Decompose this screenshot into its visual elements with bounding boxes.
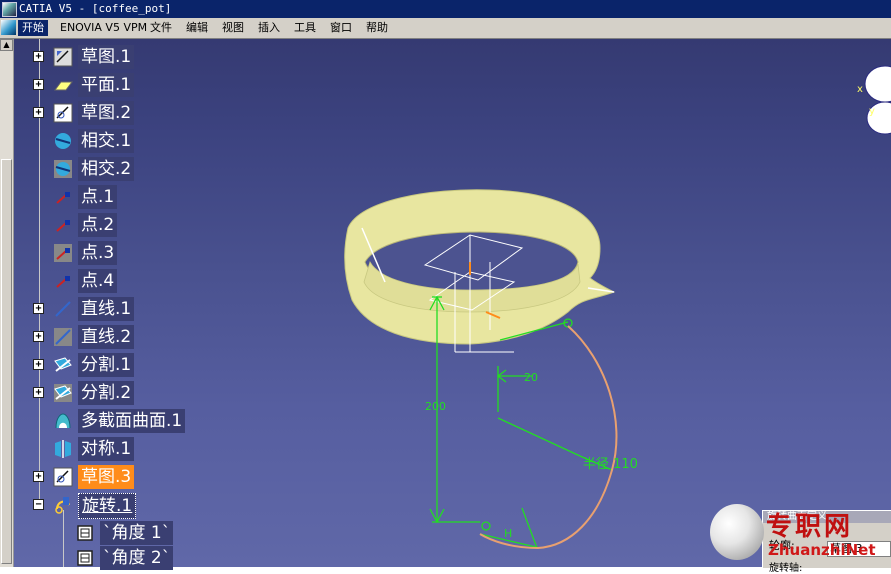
- tree-connector-sub: [63, 510, 64, 567]
- collapse-icon[interactable]: −: [33, 499, 44, 510]
- expand-icon[interactable]: +: [33, 359, 44, 370]
- intersect-icon: [54, 160, 72, 178]
- symmetry-icon: [55, 440, 71, 458]
- tree-node-label-active[interactable]: 旋转.1: [78, 493, 137, 519]
- tree-node-label[interactable]: 点.2: [78, 213, 118, 237]
- sketch-icon: [53, 467, 73, 487]
- point-icon: [56, 192, 70, 204]
- tree-node-label[interactable]: 点.3: [78, 241, 118, 265]
- tree-node-label[interactable]: 多截面曲面.1: [78, 409, 186, 433]
- tree-node-label[interactable]: 分割.2: [78, 381, 135, 405]
- compass-icon[interactable]: x y: [855, 62, 891, 138]
- expand-icon[interactable]: +: [33, 51, 44, 62]
- dimension-20[interactable]: 20: [524, 371, 538, 384]
- tree-node-label-selected[interactable]: 草图.3: [78, 465, 135, 489]
- tree-node-label[interactable]: 草图.1: [78, 45, 135, 69]
- tree-node-label[interactable]: 相交.1: [78, 129, 135, 153]
- revolve-icon: [55, 497, 70, 514]
- expand-icon[interactable]: +: [33, 303, 44, 314]
- expand-icon[interactable]: +: [33, 387, 44, 398]
- split-icon: [54, 357, 72, 372]
- tree-node-label[interactable]: 相交.2: [78, 157, 135, 181]
- line-icon: [55, 301, 71, 317]
- profile-curve[interactable]: [479, 325, 618, 550]
- compass-y-label: y: [869, 106, 875, 117]
- sketch-icon: [53, 103, 73, 123]
- soccer-ball-logo-icon: [710, 504, 764, 560]
- tree-node-label[interactable]: 对称.1: [78, 437, 135, 461]
- tree-node-label[interactable]: 点.1: [78, 185, 118, 209]
- watermark: 专职网 ZhuanzhiNet: [708, 500, 891, 567]
- watermark-url: ZhuanzhiNet: [768, 541, 876, 559]
- tree-node-label[interactable]: 草图.2: [78, 101, 135, 125]
- point-icon: [56, 220, 70, 232]
- tree-node-label[interactable]: 平面.1: [78, 73, 135, 97]
- point-icon: [56, 276, 70, 288]
- split-icon: [54, 384, 72, 402]
- dimension-200[interactable]: 200: [425, 400, 446, 413]
- tree-node-label[interactable]: 点.4: [78, 269, 118, 293]
- parameter-icon: [77, 550, 93, 566]
- tree-node-label[interactable]: `角度 1`: [100, 521, 174, 545]
- point-icon: [54, 244, 72, 262]
- tree-node-label[interactable]: 直线.2: [78, 325, 135, 349]
- revolved-surface[interactable]: [344, 189, 616, 345]
- tree-node-label[interactable]: 直线.1: [78, 297, 135, 321]
- compass-x-label: x: [857, 84, 863, 95]
- multi-section-surface-icon: [55, 413, 71, 429]
- tree-node-label[interactable]: `角度 2`: [100, 546, 174, 570]
- parameter-icon: [77, 525, 93, 541]
- expand-icon[interactable]: +: [33, 471, 44, 482]
- line-icon: [54, 328, 72, 346]
- sketch-icon: [53, 47, 73, 67]
- expand-icon[interactable]: +: [33, 331, 44, 342]
- watermark-title: 专职网: [766, 512, 854, 542]
- dimension-radius[interactable]: 半径 110: [583, 457, 638, 472]
- tree-node-label[interactable]: 分割.1: [78, 353, 135, 377]
- plane-icon: [54, 81, 73, 91]
- intersect-icon: [55, 133, 71, 149]
- expand-icon[interactable]: +: [33, 79, 44, 90]
- expand-icon[interactable]: +: [33, 107, 44, 118]
- constraint-h[interactable]: H: [504, 527, 512, 540]
